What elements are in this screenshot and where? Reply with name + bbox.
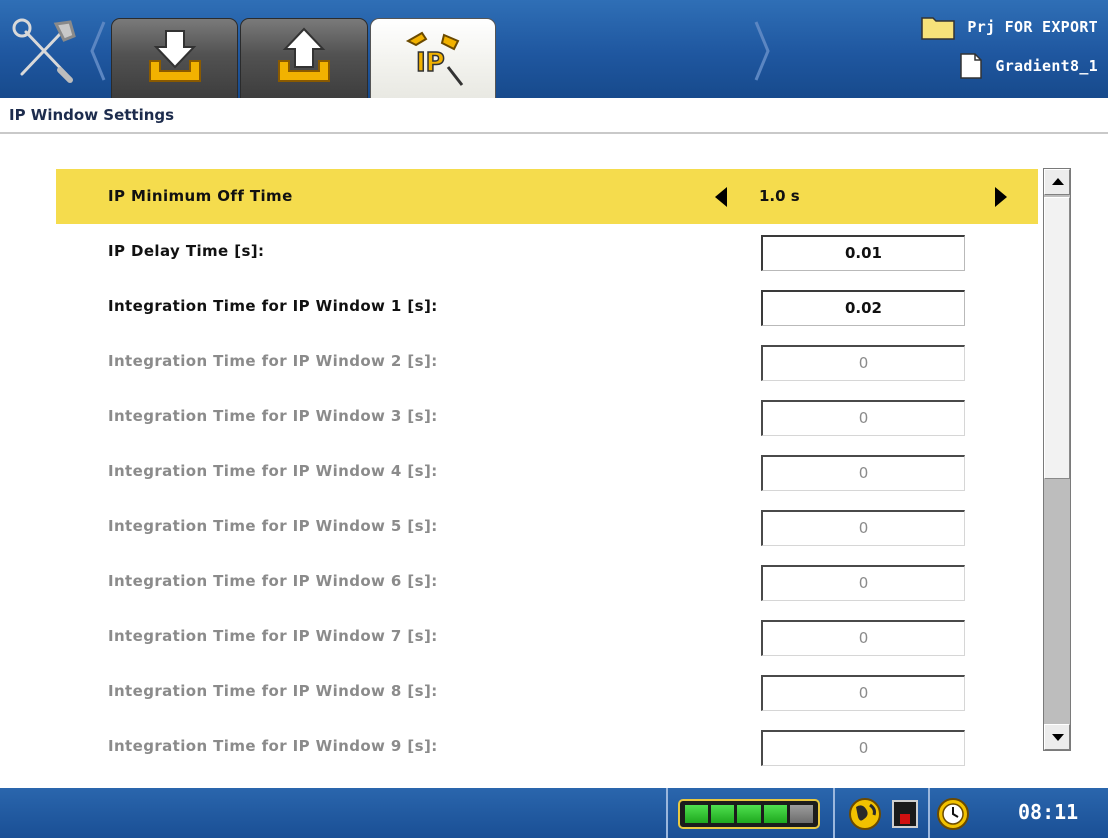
status-separator — [928, 788, 930, 838]
status-separator — [666, 788, 668, 838]
ip-window-1-row: Integration Time for IP Window 1 [s]: 0.… — [56, 279, 1038, 334]
document-icon — [960, 53, 983, 79]
min-off-time-row[interactable]: IP Minimum Off Time 1.0 s — [56, 169, 1038, 224]
delay-time-field[interactable]: 0.01 — [761, 235, 965, 271]
ip-window-8-row: Integration Time for IP Window 8 [s]: 0 — [56, 664, 1038, 719]
project-info: Prj FOR EXPORT Gradient8_1 — [868, 8, 1108, 88]
battery-cell — [685, 805, 709, 823]
ip-window-2-field: 0 — [761, 345, 965, 381]
ip-window-4-row: Integration Time for IP Window 4 [s]: 0 — [56, 444, 1038, 499]
clock-icon — [937, 798, 969, 830]
svg-text:IP: IP — [416, 48, 445, 78]
battery-indicator — [678, 799, 820, 829]
download-icon — [148, 30, 201, 82]
upload-icon — [278, 27, 330, 82]
delay-time-row: IP Delay Time [s]: 0.01 — [56, 224, 1038, 279]
ip-window-3-field: 0 — [761, 400, 965, 436]
ip-window-6-label: Integration Time for IP Window 6 [s]: — [108, 572, 438, 590]
min-off-time-value: 1.0 s — [759, 187, 800, 205]
scroll-left-icon[interactable] — [86, 16, 110, 86]
project-name: Prj FOR EXPORT — [967, 18, 1098, 36]
tools-icon — [12, 18, 76, 83]
tab-download[interactable] — [111, 18, 238, 98]
ip-window-6-row: Integration Time for IP Window 6 [s]: 0 — [56, 554, 1038, 609]
screen: IP Prj FOR EXPORT Gradient8_1 IP Window … — [0, 0, 1108, 838]
ip-window-3-row: Integration Time for IP Window 3 [s]: 0 — [56, 389, 1038, 444]
status-separator — [833, 788, 835, 838]
globe-icon — [849, 798, 881, 830]
ip-window-8-label: Integration Time for IP Window 8 [s]: — [108, 682, 438, 700]
ip-window-9-field: 0 — [761, 730, 965, 766]
scroll-down-button[interactable] — [1044, 724, 1070, 750]
tab-upload[interactable] — [240, 18, 368, 98]
scroll-up-button[interactable] — [1044, 169, 1070, 195]
tab-ip-settings[interactable]: IP — [370, 18, 496, 100]
scrollbar-thumb[interactable] — [1044, 197, 1070, 479]
ip-window-9-label: Integration Time for IP Window 9 [s]: — [108, 737, 438, 755]
ip-window-3-label: Integration Time for IP Window 3 [s]: — [108, 407, 438, 425]
ip-window-8-field: 0 — [761, 675, 965, 711]
ip-window-7-label: Integration Time for IP Window 7 [s]: — [108, 627, 438, 645]
ip-window-2-label: Integration Time for IP Window 2 [s]: — [108, 352, 438, 370]
ip-window-5-field: 0 — [761, 510, 965, 546]
title-bar: IP Window Settings — [0, 98, 1108, 134]
top-toolbar: IP Prj FOR EXPORT Gradient8_1 — [0, 0, 1108, 100]
ip-settings-icon: IP — [405, 31, 464, 86]
battery-cell — [737, 805, 761, 823]
clock-time: 08:11 — [1018, 800, 1079, 824]
file-name: Gradient8_1 — [995, 57, 1098, 75]
battery-cell — [763, 805, 787, 823]
ip-window-6-field: 0 — [761, 565, 965, 601]
battery-cell — [711, 805, 735, 823]
settings-list: IP Minimum Off Time 1.0 s IP Delay Time … — [56, 169, 1038, 780]
page-title: IP Window Settings — [9, 106, 175, 124]
ip-window-4-label: Integration Time for IP Window 4 [s]: — [108, 462, 438, 480]
min-off-time-label: IP Minimum Off Time — [108, 187, 293, 205]
record-indicator-icon — [892, 800, 918, 828]
ip-window-9-row: Integration Time for IP Window 9 [s]: 0 — [56, 719, 1038, 774]
ip-window-5-label: Integration Time for IP Window 5 [s]: — [108, 517, 438, 535]
status-bar: 08:11 — [0, 788, 1108, 838]
ip-window-2-row: Integration Time for IP Window 2 [s]: 0 — [56, 334, 1038, 389]
ip-window-1-label: Integration Time for IP Window 1 [s]: — [108, 297, 438, 315]
ip-window-7-row: Integration Time for IP Window 7 [s]: 0 — [56, 609, 1038, 664]
delay-time-label: IP Delay Time [s]: — [108, 242, 265, 260]
ip-window-1-field[interactable]: 0.02 — [761, 290, 965, 326]
decrease-arrow-icon[interactable] — [715, 187, 727, 207]
folder-icon — [921, 17, 956, 40]
battery-cell — [789, 805, 814, 823]
scroll-right-icon[interactable] — [750, 16, 774, 86]
tools-menu-button[interactable] — [8, 14, 86, 88]
vertical-scrollbar[interactable] — [1043, 168, 1071, 751]
ip-window-7-field: 0 — [761, 620, 965, 656]
ip-window-4-field: 0 — [761, 455, 965, 491]
ip-window-5-row: Integration Time for IP Window 5 [s]: 0 — [56, 499, 1038, 554]
increase-arrow-icon[interactable] — [995, 187, 1007, 207]
